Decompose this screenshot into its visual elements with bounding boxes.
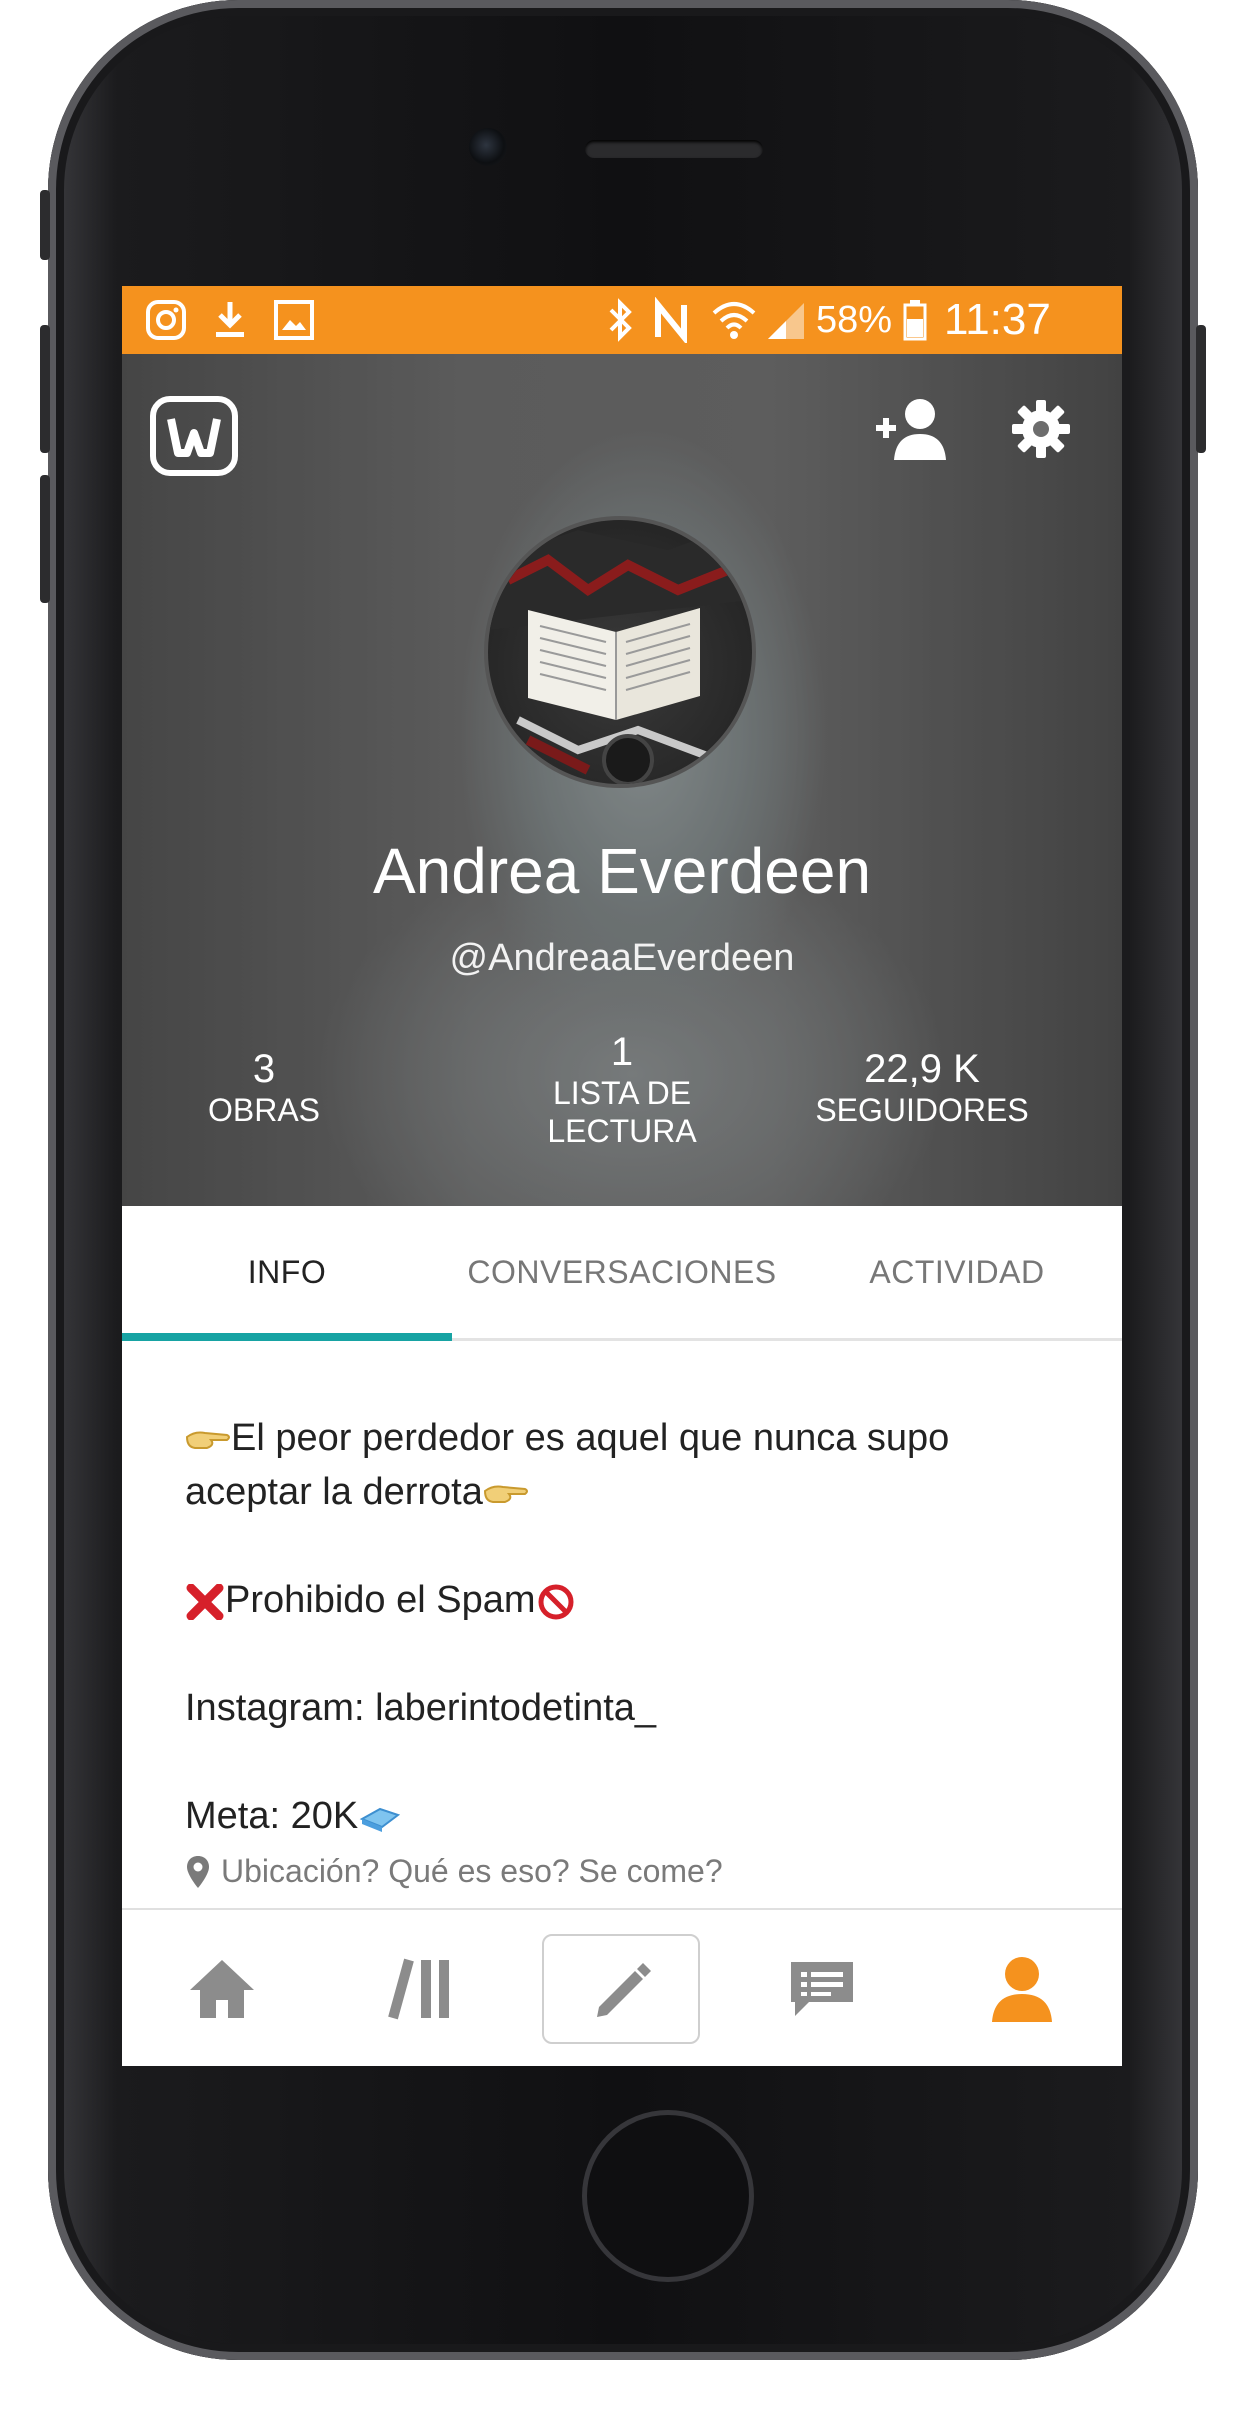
stat-lista-value: 1 (610, 1030, 634, 1074)
screen: 58% 11:37 Andrea Everdeen @AndreaaEverde… (122, 286, 1122, 2066)
bottom-navigation (122, 1908, 1122, 2066)
bio-quote-text: El peor perdedor es aquel que nunca supo (231, 1417, 950, 1459)
tab-info[interactable]: INFO (122, 1206, 452, 1338)
bio-spam-line: Prohibido el Spam (185, 1573, 576, 1627)
bio-quote-text-2: aceptar la derrota (185, 1471, 483, 1513)
profile-info: El peor perdedor es aquel que nunca supo… (122, 1341, 1122, 1906)
battery-percent: 58% (816, 298, 893, 341)
front-camera (469, 128, 507, 166)
stat-lista-de-lectura[interactable]: 1 LISTA DE LECTURA (502, 1030, 742, 1150)
download-icon (210, 286, 250, 354)
battery-icon (902, 286, 928, 354)
stat-obras-label: OBRAS (207, 1092, 321, 1128)
profile-name: Andrea Everdeen (372, 835, 872, 907)
home-button[interactable] (582, 2110, 754, 2282)
nav-profile[interactable] (922, 1910, 1122, 2066)
wattpad-w-icon (167, 418, 221, 457)
prohibited-icon (538, 1584, 574, 1620)
pointing-hand-icon (483, 1485, 528, 1503)
tab-actividad[interactable]: ACTIVIDAD (792, 1206, 1122, 1338)
location-text: Ubicación? Qué es eso? Se come? (221, 1853, 723, 1889)
stat-lista-label-line2: LECTURA (547, 1113, 697, 1149)
bio-line-1: El peor perdedor es aquel que nunca supo (185, 1411, 949, 1465)
stat-lista-label-line1: LISTA DE (552, 1075, 692, 1111)
stat-seguidores-value: 22,9 K (864, 1047, 980, 1091)
active-tab-indicator (122, 1333, 452, 1341)
open-book-image (488, 520, 752, 784)
profile-header: Andrea Everdeen @AndreaaEverdeen 3 OBRAS… (122, 354, 1122, 1206)
status-bar: 58% 11:37 (122, 286, 1122, 354)
pointing-hand-icon (185, 1431, 230, 1449)
bio-meta-text: Meta: 20K (185, 1795, 359, 1837)
messages-icon (791, 1962, 853, 2016)
tab-conversaciones[interactable]: CONVERSACIONES (452, 1206, 792, 1338)
nav-messages[interactable] (722, 1910, 922, 2066)
nav-write[interactable] (542, 1934, 700, 2044)
library-icon (388, 1958, 449, 2020)
stat-obras[interactable]: 3 OBRAS (184, 1047, 344, 1129)
nav-home[interactable] (122, 1910, 322, 2066)
nav-library[interactable] (322, 1910, 522, 2066)
wifi-icon (710, 286, 758, 354)
bio-meta-line: Meta: 20K (185, 1789, 402, 1843)
write-pencil-icon (597, 1963, 651, 2017)
profile-handle: @AndreaaEverdeen (449, 937, 795, 979)
cross-mark-icon (186, 1583, 224, 1621)
image-icon (272, 286, 316, 354)
bio-line-2: aceptar la derrota (185, 1465, 529, 1519)
power-button (1196, 325, 1206, 453)
stat-seguidores-label: SEGUIDORES (815, 1092, 1029, 1128)
mute-switch (40, 190, 50, 260)
volume-up-button (40, 325, 50, 453)
profile-tabs: INFO CONVERSACIONES ACTIVIDAD (122, 1206, 1122, 1341)
home-icon (190, 1960, 254, 2018)
stat-seguidores[interactable]: 22,9 K SEGUIDORES (782, 1047, 1062, 1129)
signal-icon (764, 286, 808, 354)
profile-icon (992, 1957, 1052, 2022)
stat-obras-value: 3 (252, 1047, 276, 1091)
status-time: 11:37 (944, 295, 1051, 344)
nfc-icon (650, 286, 694, 354)
earpiece (585, 140, 763, 158)
bio-instagram: Instagram: laberintodetinta_ (185, 1687, 657, 1729)
add-user-icon[interactable] (872, 394, 952, 469)
bluetooth-icon (605, 286, 635, 354)
instagram-icon (144, 286, 188, 354)
ice-cube-icon (359, 1807, 401, 1832)
location-row: Ubicación? Qué es eso? Se come? (185, 1853, 723, 1890)
volume-down-button (40, 475, 50, 603)
bio-spam-text: Prohibido el Spam (225, 1579, 536, 1621)
avatar[interactable] (484, 516, 756, 788)
location-pin-icon (187, 1855, 209, 1888)
wattpad-logo[interactable] (150, 396, 238, 476)
settings-gear-icon[interactable] (1010, 398, 1072, 465)
